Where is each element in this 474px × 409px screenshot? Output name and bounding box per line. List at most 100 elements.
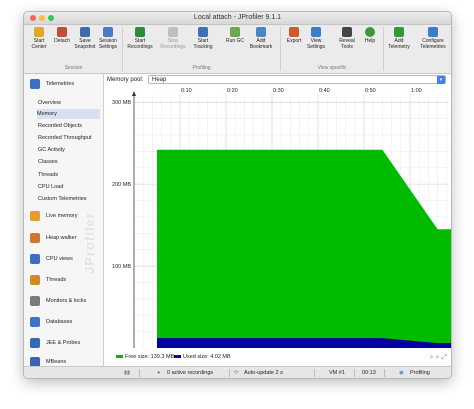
sidebar-item-threads[interactable]: Threads xyxy=(38,170,101,180)
run-gc-button[interactable]: Run GC xyxy=(222,27,248,44)
group-label-profiling: Profiling xyxy=(192,65,211,71)
configure-telemetries-label: Configure Telemetries xyxy=(420,38,446,50)
sidebar-item-memory[interactable]: Memory xyxy=(37,109,100,119)
run-gc-label: Run GC xyxy=(225,38,245,44)
configure-telemetries-button[interactable]: Configure Telemetries xyxy=(416,27,450,50)
y-tick-label: 100 MB xyxy=(112,264,131,270)
sidebar-section-label: Threads xyxy=(46,277,67,283)
zoom-fit-icon[interactable]: ⤢ xyxy=(441,354,447,361)
sidebar-section-databases[interactable]: Databases xyxy=(28,314,102,330)
stop-recordings-label: Stop Recordings xyxy=(160,38,186,50)
y-axis-ticks: 300 MB 200 MB 100 MB xyxy=(112,100,131,270)
autoupdate-icon: ⟳ xyxy=(234,370,239,376)
profiling-icon: ◉ xyxy=(399,370,404,376)
start-tracking-button[interactable]: Start Tracking xyxy=(190,27,216,50)
sidebar-item-cpu-load[interactable]: CPU Load xyxy=(38,182,101,192)
x-tick-label: 1:00 xyxy=(411,88,422,94)
legend-swatch-used xyxy=(174,355,181,359)
status-bar: ▮▮ ● 0 active recordings ⟳ Auto-update 2… xyxy=(24,366,451,378)
group-label-view-specific: View specific xyxy=(317,65,347,71)
help-label: Help xyxy=(364,38,376,44)
legend-item-free: Free size: 139.3 MB xyxy=(116,354,174,360)
recordings-status: 0 active recordings xyxy=(167,370,214,376)
save-snapshot-label: Save Snapshot xyxy=(74,38,96,50)
save-snapshot-icon xyxy=(80,27,90,37)
reveal-tools-label: Reveal Tools xyxy=(339,38,355,50)
help-icon xyxy=(365,27,375,37)
sidebar-section-monitors-locks[interactable]: Monitors & locks xyxy=(28,293,102,309)
export-label: Export xyxy=(286,38,302,44)
start-center-icon xyxy=(34,27,44,37)
elapsed-time: 00:13 xyxy=(362,370,376,376)
start-recordings-button[interactable]: Start Recordings xyxy=(127,27,153,50)
add-telemetry-icon xyxy=(394,27,404,37)
window-title: Local attach - JProfiler 9.1.1 xyxy=(193,14,282,21)
configure-telemetries-icon xyxy=(428,27,438,37)
start-recordings-label: Start Recordings xyxy=(127,38,153,50)
view-settings-button[interactable]: View Settings xyxy=(303,27,329,50)
zoom-in-icon[interactable]: ⌕ xyxy=(430,354,434,361)
x-tick-label: 0:40 xyxy=(319,88,330,94)
toolbar-separator xyxy=(383,27,384,71)
add-bookmark-button[interactable]: Add Bookmark xyxy=(248,27,274,50)
sidebar-section-label: Heap walker xyxy=(46,235,77,241)
x-axis-ticks: 0:10 0:20 0:30 0:40 0:50 1:00 xyxy=(181,88,422,94)
y-tick-label: 300 MB xyxy=(112,100,131,106)
sidebar-section-telemetries[interactable]: Telemetries xyxy=(28,76,102,92)
session-settings-icon xyxy=(103,27,113,37)
autoupdate-status[interactable]: Auto-update 2 s xyxy=(244,367,283,378)
jprofiler-watermark: JProfiler xyxy=(82,212,97,274)
sidebar-item-custom-telemetries[interactable]: Custom Telemetries xyxy=(38,194,101,204)
status-separator xyxy=(229,369,230,377)
sidebar-section-jee-probes[interactable]: JEE & Probes xyxy=(28,335,102,351)
view-settings-icon xyxy=(311,27,321,37)
recording-status-icon: ▮▮ xyxy=(124,370,131,376)
x-tick-label: 0:50 xyxy=(365,88,376,94)
sidebar-item-recorded-throughput[interactable]: Recorded Throughput xyxy=(38,133,101,143)
threads-icon xyxy=(30,275,40,285)
chart-areas xyxy=(157,149,451,348)
status-separator xyxy=(139,369,140,377)
memory-pool-select[interactable]: Heap ▾ xyxy=(148,75,446,84)
profiling-status: Profiling xyxy=(410,370,430,376)
legend-swatch-free xyxy=(116,355,123,359)
sidebar: Telemetries Overview Memory Recorded Obj… xyxy=(24,74,104,367)
memory-view: Memory pool: Heap ▾ 0:10 0:20 0:30 0:40 0:50… xyxy=(104,74,451,366)
add-bookmark-icon xyxy=(256,27,266,37)
start-tracking-label: Start Tracking xyxy=(193,38,213,50)
sidebar-item-overview[interactable]: Overview xyxy=(38,98,101,108)
memory-pool-value: Heap xyxy=(152,77,167,83)
memory-chart[interactable]: 0:10 0:20 0:30 0:40 0:50 1:00 300 MB 200 MB 100… xyxy=(104,86,451,354)
detach-label: Detach xyxy=(54,38,70,44)
sidebar-item-classes[interactable]: Classes xyxy=(38,157,101,167)
help-button[interactable]: Help xyxy=(357,27,383,44)
x-tick-label: 0:20 xyxy=(227,88,238,94)
y-tick-label: 200 MB xyxy=(112,182,131,188)
start-center-label: Start Center xyxy=(31,38,47,50)
legend-label-used: Used size: 4.02 MB xyxy=(183,354,231,360)
run-gc-icon xyxy=(230,27,240,37)
legend-item-used: Used size: 4.02 MB xyxy=(174,354,231,360)
sidebar-item-gc-activity[interactable]: GC Activity xyxy=(38,145,101,155)
sidebar-section-label: Telemetries xyxy=(46,81,75,87)
databases-icon xyxy=(30,317,40,327)
stop-recordings-button[interactable]: Stop Recordings xyxy=(160,27,186,50)
group-label-session: Session xyxy=(64,65,83,71)
add-telemetry-button[interactable]: Add Telemetry xyxy=(386,27,412,50)
sidebar-section-label: JEE & Probes xyxy=(46,340,81,346)
y-axis-arrow xyxy=(132,91,136,96)
zoom-out-icon[interactable]: ⌕ xyxy=(436,354,440,361)
session-settings-button[interactable]: Session Settings xyxy=(95,27,121,50)
status-separator xyxy=(354,369,355,377)
telemetries-icon xyxy=(30,79,40,89)
toolbar: Start Center Detach Save Snapshot Sessio… xyxy=(24,25,451,74)
status-separator xyxy=(384,369,385,377)
sidebar-item-recorded-objects[interactable]: Recorded Objects xyxy=(38,121,101,131)
recordings-icon: ● xyxy=(157,370,161,376)
chevron-down-icon: ▾ xyxy=(437,76,445,84)
live-memory-icon xyxy=(30,211,40,221)
sidebar-section-label: Monitors & locks xyxy=(46,298,87,304)
x-tick-label: 0:30 xyxy=(273,88,284,94)
free-size-area xyxy=(157,149,451,348)
sidebar-section-threads[interactable]: Threads xyxy=(28,272,102,288)
